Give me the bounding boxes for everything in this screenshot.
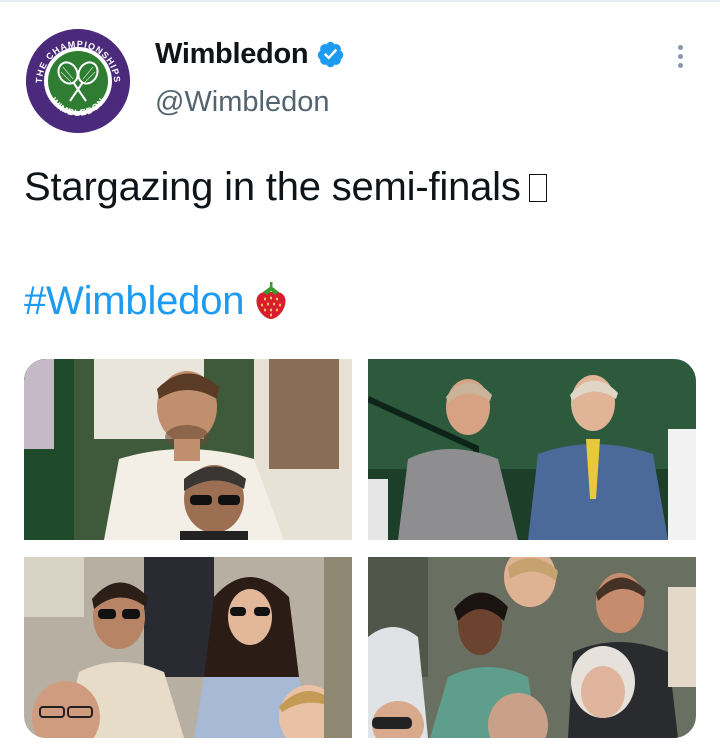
- hashtag-link[interactable]: #Wimbledon: [24, 279, 245, 323]
- tweet-text: Stargazing in the semi-finals: [24, 165, 547, 210]
- hashtag-row: #Wimbledon: [24, 279, 288, 330]
- author-display-name[interactable]: Wimbledon: [155, 38, 309, 71]
- strawberry-icon: [254, 282, 288, 330]
- photo-2[interactable]: [368, 359, 696, 540]
- media-grid: [24, 359, 696, 738]
- wimbledon-crest-icon: THE CHAMPIONSHIPS WIMBLEDON: [26, 29, 130, 133]
- tweet-text-content: Stargazing in the semi-finals: [24, 165, 521, 209]
- photo-4[interactable]: [368, 557, 696, 738]
- photo-1[interactable]: [24, 359, 352, 540]
- avatar[interactable]: THE CHAMPIONSHIPS WIMBLEDON: [26, 29, 130, 133]
- author-name-row[interactable]: Wimbledon: [155, 38, 345, 71]
- verified-badge-icon: [316, 40, 345, 69]
- missing-emoji-glyph: [528, 174, 547, 202]
- author-handle[interactable]: @Wimbledon: [155, 86, 330, 119]
- top-divider: [0, 0, 720, 2]
- photo-3[interactable]: [24, 557, 352, 738]
- more-options-icon[interactable]: [670, 42, 690, 72]
